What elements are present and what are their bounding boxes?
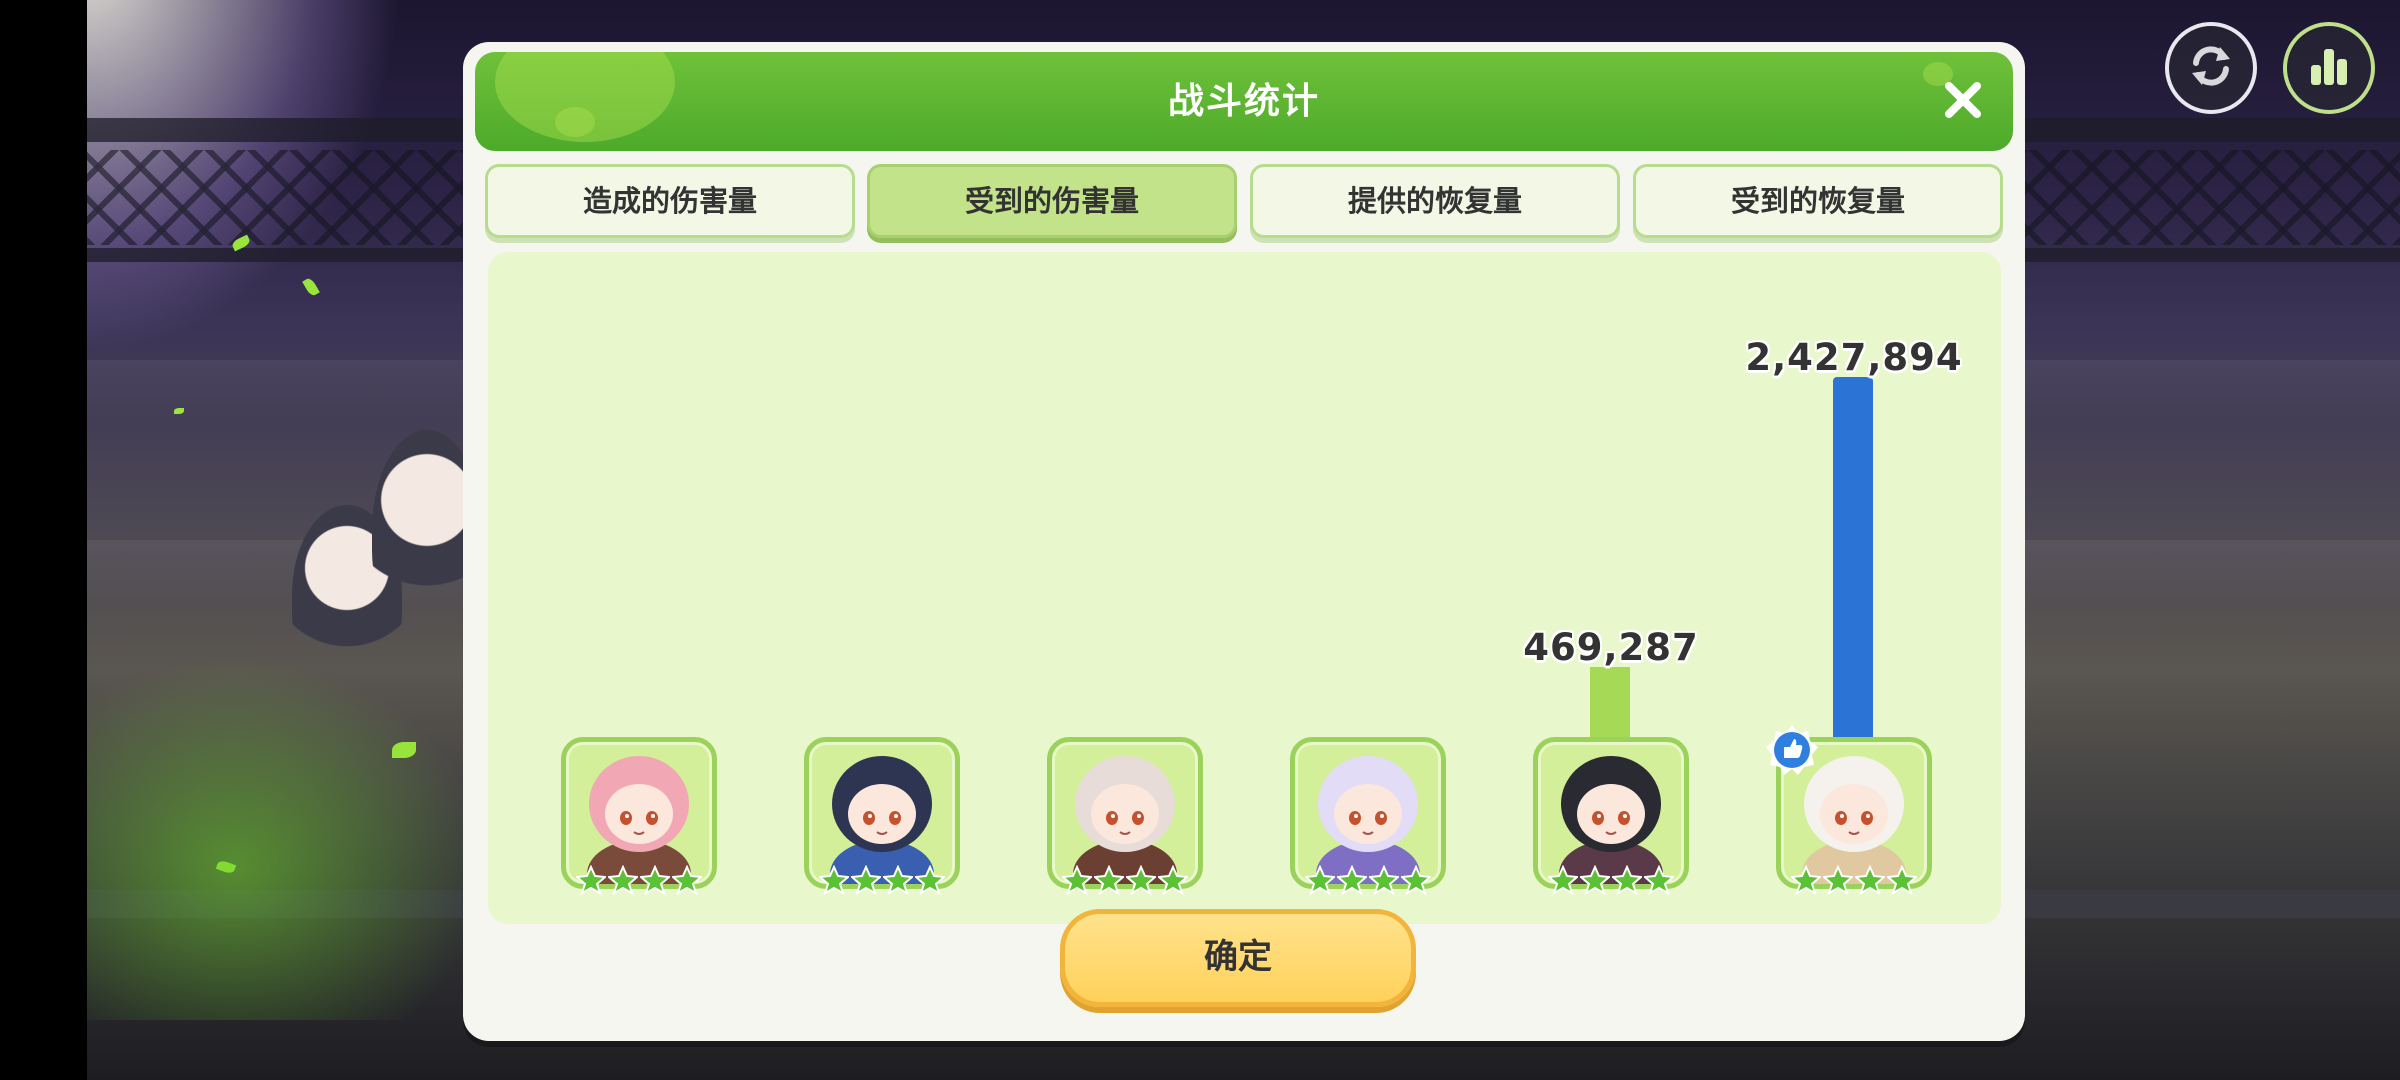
star-icon	[576, 865, 606, 895]
star-icon	[1612, 865, 1642, 895]
character-art	[830, 756, 934, 884]
character-column: 469,287	[1523, 307, 1698, 895]
bar-value-label: 2,427,894	[1745, 336, 1963, 379]
character-art	[1559, 756, 1663, 884]
mvp-badge-icon	[1766, 725, 1818, 775]
game-screen: 战斗统计 造成的伤害量 受到的伤害量 提供的恢复量 受到的恢复量 469,287…	[0, 0, 2400, 1080]
star-icon	[851, 865, 881, 895]
star-icon	[1062, 865, 1092, 895]
character-art	[587, 756, 691, 884]
star-rating	[1047, 865, 1203, 897]
dialog-header: 战斗统计	[475, 52, 2013, 151]
star-icon	[883, 865, 913, 895]
character-art	[1316, 756, 1420, 884]
star-rating	[804, 865, 960, 897]
character-column	[804, 307, 960, 895]
star-icon	[1791, 865, 1821, 895]
star-rating	[1533, 865, 1689, 897]
star-icon	[1855, 865, 1885, 895]
close-button[interactable]	[1935, 74, 1991, 130]
character-column	[561, 307, 717, 895]
star-icon	[819, 865, 849, 895]
damage-bar	[1833, 377, 1873, 737]
battle-statistics-dialog: 战斗统计 造成的伤害量 受到的伤害量 提供的恢复量 受到的恢复量 469,287…	[463, 42, 2025, 1041]
star-icon	[608, 865, 638, 895]
star-icon	[1305, 865, 1335, 895]
refresh-icon	[2184, 39, 2238, 97]
star-icon	[1369, 865, 1399, 895]
star-rating	[1776, 865, 1932, 897]
leaf-particle	[174, 408, 184, 414]
star-icon	[1823, 865, 1853, 895]
star-icon	[640, 865, 670, 895]
star-icon	[1094, 865, 1124, 895]
star-icon	[672, 865, 702, 895]
star-icon	[1580, 865, 1610, 895]
star-icon	[1126, 865, 1156, 895]
character-column	[1290, 307, 1446, 895]
star-icon	[1158, 865, 1188, 895]
star-icon	[1644, 865, 1674, 895]
tab-damage-taken[interactable]: 受到的伤害量	[867, 164, 1237, 238]
damage-taken-chart: 469,287 2,427,894	[488, 252, 2001, 924]
statistics-button[interactable]	[2283, 22, 2375, 114]
star-icon	[1401, 865, 1431, 895]
star-icon	[915, 865, 945, 895]
character-column	[1047, 307, 1203, 895]
refresh-button[interactable]	[2165, 22, 2257, 114]
character-column: 2,427,894	[1745, 307, 1962, 895]
tab-healing-provided[interactable]: 提供的恢复量	[1250, 164, 1620, 238]
leaf-particle	[302, 276, 320, 298]
bar-value-label: 469,287	[1523, 626, 1699, 669]
close-icon	[1943, 80, 1983, 124]
star-rating	[1290, 865, 1446, 897]
dialog-title: 战斗统计	[1167, 81, 1320, 122]
tab-healing-received[interactable]: 受到的恢复量	[1633, 164, 2003, 238]
star-icon	[1887, 865, 1917, 895]
tab-damage-dealt[interactable]: 造成的伤害量	[485, 164, 855, 238]
star-rating	[561, 865, 717, 897]
statistics-icon	[2302, 39, 2356, 97]
green-glow-effect	[87, 640, 507, 1020]
character-art	[1073, 756, 1177, 884]
confirm-button[interactable]: 确定	[1060, 909, 1416, 1007]
star-icon	[1548, 865, 1578, 895]
star-icon	[1337, 865, 1367, 895]
damage-bar	[1590, 667, 1630, 737]
